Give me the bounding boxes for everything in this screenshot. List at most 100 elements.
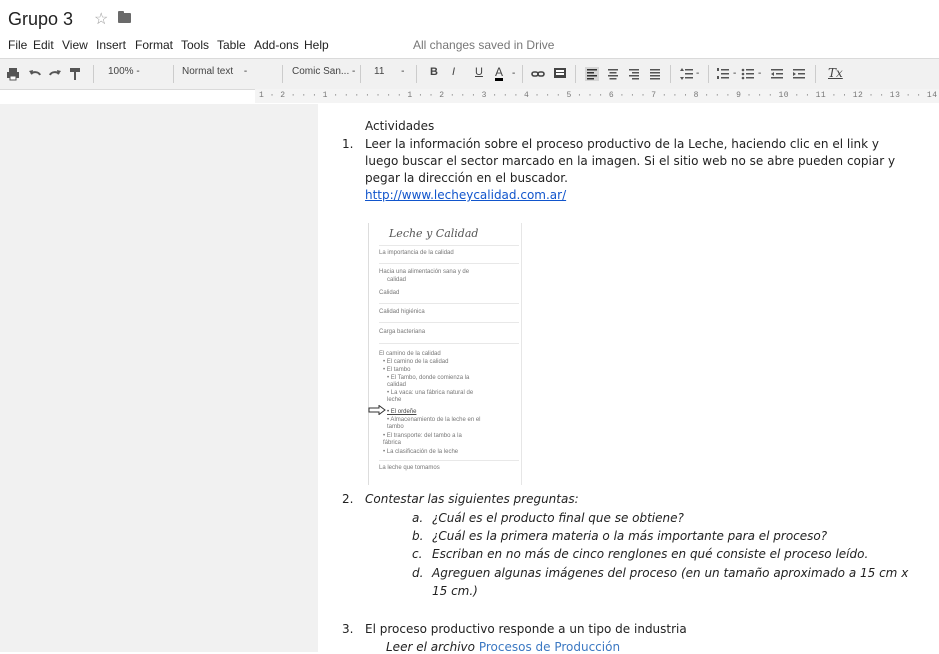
question-d-line2: 15 cm.) bbox=[432, 584, 478, 598]
toolbar-divider bbox=[93, 65, 94, 83]
numbered-list-icon[interactable] bbox=[716, 67, 730, 81]
underline-button[interactable]: U bbox=[475, 66, 483, 78]
chevron-down-icon[interactable]: - bbox=[696, 68, 699, 79]
thumbnail-item: Calidad bbox=[379, 290, 400, 296]
thumbnail-heading: Leche y Calidad bbox=[389, 227, 479, 240]
decrease-indent-icon[interactable] bbox=[770, 67, 784, 81]
item1-text-line3: pegar la dirección en el buscador. bbox=[365, 171, 568, 185]
item1-text-line2: luego buscar el sector marcado en la ima… bbox=[365, 154, 896, 168]
chevron-down-icon[interactable]: - bbox=[758, 68, 761, 79]
font-value: Comic San... bbox=[292, 66, 350, 77]
clear-formatting-button[interactable]: Tx bbox=[828, 66, 843, 80]
align-center-icon[interactable] bbox=[606, 67, 620, 81]
thumbnail-item: El camino de la calidad bbox=[379, 351, 441, 357]
undo-icon[interactable] bbox=[28, 67, 42, 81]
question-letter: a. bbox=[412, 511, 424, 525]
divider bbox=[379, 245, 519, 246]
toolbar: 100% - Normal text - Comic San... - 11 -… bbox=[0, 58, 939, 90]
divider bbox=[379, 343, 519, 344]
align-justify-icon[interactable] bbox=[648, 67, 662, 81]
thumbnail-item: La leche que tomamos bbox=[379, 465, 440, 471]
question-d-line1: Agreguen algunas imágenes del proceso (e… bbox=[432, 566, 909, 580]
thumbnail-item: • La vaca: una fábrica natural de bbox=[387, 390, 474, 396]
chevron-down-icon[interactable]: - bbox=[733, 68, 736, 79]
thumbnail-item: • El transporte: del tambo a la bbox=[383, 433, 462, 439]
chevron-down-icon[interactable]: - bbox=[512, 68, 515, 79]
leche-calidad-link[interactable]: http://www.lecheycalidad.com.ar/ bbox=[365, 188, 566, 202]
thumbnail-item: leche bbox=[387, 397, 402, 403]
question-c: Escriban en no más de cinco renglones en… bbox=[432, 547, 869, 561]
thumbnail-item: La importancia de la calidad bbox=[379, 250, 454, 256]
embedded-website-image[interactable]: Leche y Calidad La importancia de la cal… bbox=[368, 223, 522, 485]
chevron-down-icon: - bbox=[352, 66, 356, 77]
bold-button[interactable]: B bbox=[430, 66, 438, 78]
toolbar-divider bbox=[522, 65, 523, 83]
toolbar-divider bbox=[815, 65, 816, 83]
font-select[interactable]: Comic San... - bbox=[292, 66, 355, 77]
ruler[interactable]: 1 · 2 · · · 1 · · · · · · · 1 · · 2 · · … bbox=[255, 89, 939, 103]
list-number: 1. bbox=[342, 137, 354, 151]
left-margin-area bbox=[0, 104, 278, 652]
question-letter: c. bbox=[412, 547, 423, 561]
toolbar-divider bbox=[360, 65, 361, 83]
toolbar-divider bbox=[416, 65, 417, 83]
divider bbox=[379, 322, 519, 323]
bulleted-list-icon[interactable] bbox=[741, 67, 755, 81]
chevron-down-icon: - bbox=[243, 66, 248, 77]
save-status: All changes saved in Drive bbox=[413, 38, 555, 52]
section-heading: Actividades bbox=[365, 119, 435, 133]
thumbnail-item: Carga bacteriana bbox=[379, 329, 426, 335]
menu-addons[interactable]: Add-ons bbox=[254, 38, 299, 52]
comment-icon[interactable] bbox=[553, 67, 567, 81]
arrow-right-icon bbox=[368, 405, 386, 415]
menu-view[interactable]: View bbox=[62, 38, 88, 52]
list-number: 2. bbox=[342, 492, 354, 506]
chevron-down-icon: - bbox=[136, 66, 140, 77]
star-icon[interactable]: ☆ bbox=[94, 9, 108, 29]
zoom-select[interactable]: 100% - bbox=[108, 66, 140, 77]
page-gutter bbox=[278, 104, 318, 652]
thumbnail-item: • El ordeñe bbox=[387, 409, 417, 415]
text-color-button[interactable]: A bbox=[495, 66, 504, 81]
toolbar-divider bbox=[575, 65, 576, 83]
menu-file[interactable]: File bbox=[8, 38, 27, 52]
thumbnail-item: fábrica bbox=[383, 440, 402, 446]
folder-icon[interactable] bbox=[118, 11, 131, 23]
thumbnail-item: Calidad higiénica bbox=[379, 309, 425, 315]
font-size-select[interactable]: 11 - bbox=[374, 66, 405, 77]
print-icon[interactable] bbox=[6, 67, 20, 81]
list-number: 3. bbox=[342, 622, 354, 636]
align-right-icon[interactable] bbox=[627, 67, 641, 81]
document-title[interactable]: Grupo 3 bbox=[8, 9, 73, 30]
thumbnail-item: tambo bbox=[387, 424, 404, 430]
paint-format-icon[interactable] bbox=[68, 67, 82, 81]
menu-insert[interactable]: Insert bbox=[96, 38, 126, 52]
item1-text-line1: Leer la información sobre el proceso pro… bbox=[365, 137, 880, 151]
increase-indent-icon[interactable] bbox=[792, 67, 806, 81]
menu-table[interactable]: Table bbox=[217, 38, 246, 52]
divider bbox=[379, 460, 519, 461]
thumbnail-item: • El tambo bbox=[383, 367, 411, 373]
menu-edit[interactable]: Edit bbox=[33, 38, 54, 52]
zoom-value: 100% bbox=[108, 66, 134, 77]
menu-tools[interactable]: Tools bbox=[181, 38, 209, 52]
menu-format[interactable]: Format bbox=[135, 38, 173, 52]
link-icon[interactable] bbox=[531, 67, 545, 81]
divider bbox=[379, 263, 519, 264]
question-letter: b. bbox=[412, 529, 424, 543]
toolbar-divider bbox=[173, 65, 174, 83]
italic-button[interactable]: I bbox=[452, 66, 455, 78]
align-left-icon[interactable] bbox=[585, 67, 599, 81]
question-letter: d. bbox=[412, 566, 424, 580]
line-spacing-icon[interactable] bbox=[680, 67, 694, 81]
toolbar-divider bbox=[708, 65, 709, 83]
toolbar-divider bbox=[670, 65, 671, 83]
menu-help[interactable]: Help bbox=[304, 38, 329, 52]
style-select[interactable]: Normal text - bbox=[182, 66, 247, 77]
thumbnail-item: • La clasificación de la leche bbox=[383, 449, 459, 455]
thumbnail-item: • Almacenamiento de la leche en el bbox=[387, 417, 481, 423]
item2-text: Contestar las siguientes preguntas: bbox=[365, 492, 579, 506]
divider bbox=[379, 303, 519, 304]
thumbnail-item: calidad bbox=[387, 382, 407, 388]
redo-icon[interactable] bbox=[48, 67, 62, 81]
